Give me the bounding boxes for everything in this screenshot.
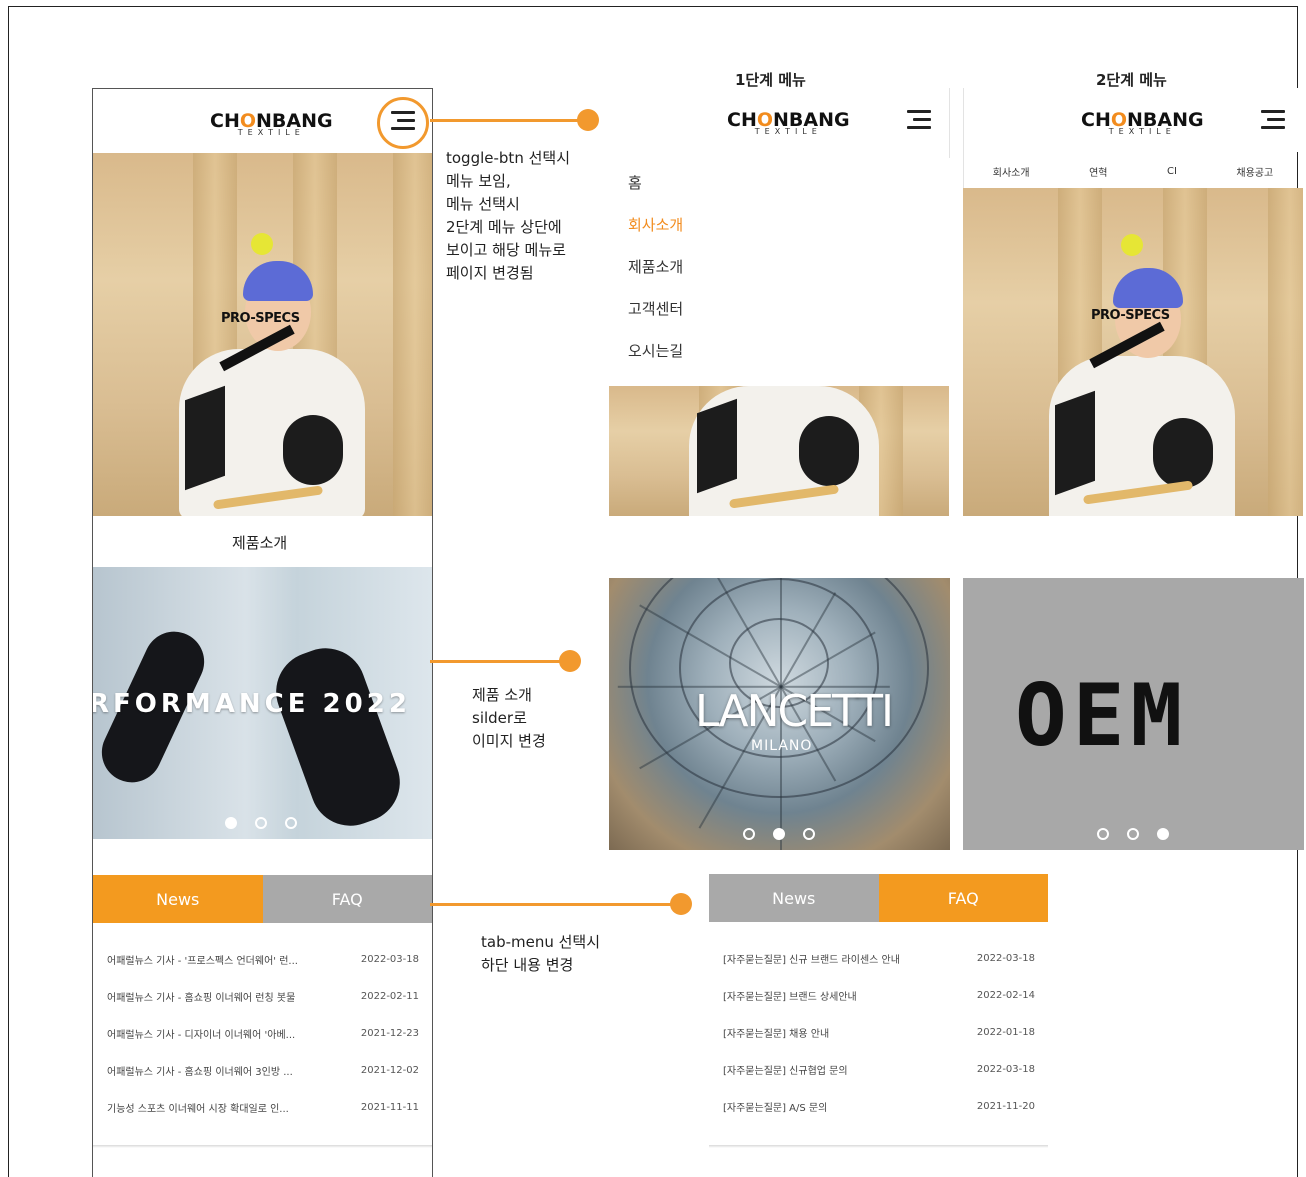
menu1-label: 1단계 메뉴 <box>735 71 806 89</box>
list-item[interactable]: 기능성 스포츠 이너웨어 시장 확대일로 인... 2021-11-11 <box>107 1089 419 1126</box>
list-item[interactable]: 어패럴뉴스 기사 - 홈쇼핑 이너웨어 3인방 ... 2021-12-02 <box>107 1052 419 1089</box>
tab-faq[interactable]: FAQ <box>262 875 432 923</box>
slide-dot-2[interactable] <box>773 828 785 840</box>
submenu-bar: 회사소개 연혁 CI 채용공고 <box>963 156 1303 186</box>
submenu-item[interactable]: 연혁 <box>1089 164 1107 179</box>
slide-dots[interactable] <box>743 828 815 840</box>
list-item-date: 2022-02-14 <box>976 990 1035 1001</box>
menu-item[interactable]: 홈 <box>628 172 642 193</box>
logo[interactable]: CHONBANG TEXTILE <box>727 110 850 136</box>
list-item[interactable]: 어패럴뉴스 기사 - 홈쇼핑 이너웨어 런칭 봇물 2022-02-11 <box>107 978 419 1015</box>
tab-news[interactable]: News <box>709 874 879 922</box>
logo[interactable]: CHONBANG TEXTILE <box>1081 110 1204 136</box>
tab-news[interactable]: News <box>93 875 263 923</box>
list-item-date: 2021-11-20 <box>976 1101 1035 1112</box>
list-item-title: 어패럴뉴스 기사 - 홈쇼핑 이너웨어 런칭 봇물 <box>107 993 296 1004</box>
oem-text: OEM <box>1015 666 1189 766</box>
list-item[interactable]: [자주묻는질문] 브랜드 상세안내 2022-02-14 <box>723 977 1035 1014</box>
product-slide-oem[interactable]: OEM <box>963 578 1304 850</box>
list-item-date: 2022-01-18 <box>976 1027 1035 1038</box>
slide-dots[interactable] <box>1097 828 1169 840</box>
tab-caption: tab-menu 선택시 하단 내용 변경 <box>481 933 601 974</box>
tab-faq[interactable]: FAQ <box>878 874 1048 922</box>
list-item-title: 기능성 스포츠 이너웨어 시장 확대일로 인... <box>107 1104 289 1115</box>
performance-text: RFORMANCE 2022 <box>93 689 411 719</box>
slide-dot-3[interactable] <box>1157 828 1169 840</box>
menu-item[interactable]: 고객센터 <box>628 298 683 319</box>
faq-list: [자주묻는질문] 신규 브랜드 라이센스 안내 2022-03-18 [자주묻는질문… <box>723 940 1035 1125</box>
list-item-date: 2022-03-18 <box>976 953 1035 964</box>
product-slide-performance[interactable]: RFORMANCE 2022 <box>93 567 432 839</box>
list-item[interactable]: [자주묻는질문] 신규협업 문의 2022-03-18 <box>723 1051 1035 1088</box>
main-mockup: CHONBANG TEXTILE PRO-SPECS 제품소개 RFORMANC… <box>92 88 433 1177</box>
list-item-title: 어패럴뉴스 기사 - 디자이너 이너웨어 '아베... <box>107 1030 296 1041</box>
submenu-item[interactable]: CI <box>1167 166 1177 177</box>
menu-toggle-icon[interactable] <box>1259 110 1285 130</box>
list-item-date: 2022-02-11 <box>360 991 419 1002</box>
slide-dot-1[interactable] <box>1097 828 1109 840</box>
submenu-item[interactable]: 채용공고 <box>1236 164 1273 179</box>
slide-dot-3[interactable] <box>285 817 297 829</box>
menu-item[interactable]: 오시는길 <box>628 340 683 361</box>
list-item-title: 어패럴뉴스 기사 - '프로스펙스 언더웨어' 런... <box>107 956 298 967</box>
toggle-caption: toggle-btn 선택시 메뉴 보임, 메뉴 선택시 2단계 메뉴 상단에 … <box>446 149 570 282</box>
slide-dot-1[interactable] <box>743 828 755 840</box>
faq-tabs: News FAQ <box>709 874 1048 922</box>
slide-dot-2[interactable] <box>255 817 267 829</box>
slide-dot-1[interactable] <box>225 817 237 829</box>
menu-item[interactable]: 제품소개 <box>628 256 683 277</box>
list-item-date: 2021-11-11 <box>360 1102 419 1113</box>
list-item-date: 2022-03-18 <box>360 954 419 965</box>
news-list: 어패럴뉴스 기사 - '프로스펙스 언더웨어' 런... 2022-03-18 어패… <box>107 941 419 1126</box>
list-item-title: 어패럴뉴스 기사 - 홈쇼핑 이너웨어 3인방 ... <box>107 1067 293 1078</box>
list-item[interactable]: [자주묻는질문] 신규 브랜드 라이센스 안내 2022-03-18 <box>723 940 1035 977</box>
slide-dots[interactable] <box>225 817 297 829</box>
list-item-date: 2022-03-18 <box>976 1064 1035 1075</box>
menu1-header: CHONBANG TEXTILE <box>609 88 949 152</box>
list-item-title: [자주묻는질문] 신규협업 문의 <box>723 1066 848 1077</box>
list-item-title: [자주묻는질문] A/S 문의 <box>723 1103 828 1114</box>
main-tabs: News FAQ <box>93 875 432 923</box>
hero-brand-text: PRO-SPECS <box>1091 308 1170 323</box>
hero-image: PRO-SPECS <box>93 153 432 516</box>
list-item[interactable]: [자주묻는질문] A/S 문의 2021-11-20 <box>723 1088 1035 1125</box>
slider-caption: 제품 소개 silder로 이미지 변경 <box>472 686 546 750</box>
menu-toggle-icon[interactable] <box>905 110 931 130</box>
menu1-dropdown: 홈회사소개제품소개고객센터오시는길 <box>609 152 949 386</box>
menu2-header: CHONBANG TEXTILE <box>963 88 1303 152</box>
list-item-title: [자주묻는질문] 브랜드 상세안내 <box>723 992 857 1003</box>
slide-dot-2[interactable] <box>1127 828 1139 840</box>
list-item-title: [자주묻는질문] 신규 브랜드 라이센스 안내 <box>723 955 900 966</box>
submenu-item[interactable]: 회사소개 <box>993 164 1030 179</box>
product-section-title: 제품소개 <box>232 534 288 552</box>
product-slide-lancetti[interactable]: LANCETTI MILANO <box>609 578 950 850</box>
hero-brand-text: PRO-SPECS <box>221 311 300 326</box>
list-item-title: [자주묻는질문] 채용 안내 <box>723 1029 830 1040</box>
menu1-hero-image <box>609 386 949 516</box>
list-item[interactable]: 어패럴뉴스 기사 - '프로스펙스 언더웨어' 런... 2022-03-18 <box>107 941 419 978</box>
menu-item[interactable]: 회사소개 <box>628 214 683 235</box>
logo[interactable]: CHONBANG TEXTILE <box>210 111 333 137</box>
list-item-date: 2021-12-23 <box>360 1028 419 1039</box>
slide-dot-3[interactable] <box>803 828 815 840</box>
list-item[interactable]: [자주묻는질문] 채용 안내 2022-01-18 <box>723 1014 1035 1051</box>
menu2-label: 2단계 메뉴 <box>1096 71 1167 89</box>
menu2-hero-image: PRO-SPECS <box>963 188 1303 516</box>
lancetti-text: LANCETTI <box>695 686 894 737</box>
list-item-date: 2021-12-02 <box>360 1065 419 1076</box>
list-item[interactable]: 어패럴뉴스 기사 - 디자이너 이너웨어 '아베... 2021-12-23 <box>107 1015 419 1052</box>
milano-text: MILANO <box>751 738 813 754</box>
toggle-highlight-ring <box>377 97 429 149</box>
